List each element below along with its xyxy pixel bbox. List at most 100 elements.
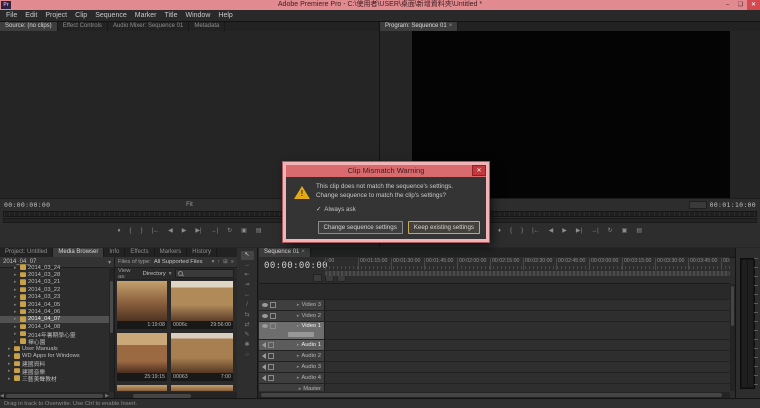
dialog-close-button[interactable]: ✕ — [472, 165, 486, 176]
razor-tool[interactable]: / — [241, 301, 254, 310]
up-directory-icon[interactable]: ↑ — [217, 259, 220, 265]
track-row[interactable]: ▸ Audio 3 — [259, 362, 730, 373]
program-duration[interactable]: 00:01:10:00 — [710, 201, 756, 209]
expand-icon[interactable]: ▸ — [8, 376, 12, 382]
track-lane[interactable] — [325, 373, 730, 383]
go-to-out-icon[interactable]: →| — [591, 225, 599, 238]
mark-out-icon[interactable]: } — [141, 225, 143, 238]
rolling-edit-tool[interactable]: ⇥ — [241, 281, 254, 290]
expand-icon[interactable]: ▸ — [14, 324, 18, 330]
expand-icon[interactable]: ▸ — [14, 287, 18, 293]
view-as-select[interactable]: Directory — [143, 271, 166, 277]
loop-icon[interactable]: ↻ — [227, 225, 232, 238]
track-row[interactable]: ▸ Audio 2 — [259, 351, 730, 362]
panel-tab[interactable]: History — [187, 248, 217, 257]
expand-icon[interactable]: ▸ — [8, 368, 12, 374]
track-lane[interactable] — [325, 351, 730, 361]
folder-item[interactable]: ▸ 2014_03_28 — [0, 271, 109, 278]
toggle-track-output-icon[interactable] — [262, 303, 268, 307]
menu-item[interactable]: Help — [214, 10, 236, 21]
folder-item[interactable]: ▸ 2014_03_22 — [0, 286, 109, 293]
chevron-down-icon[interactable]: ▾ — [169, 271, 172, 277]
menu-item[interactable]: Title — [161, 10, 182, 21]
folder-item[interactable]: ▸ 2014_04_05 — [0, 301, 109, 308]
clip-preview-image[interactable] — [171, 333, 233, 373]
clip-thumbnail-partial[interactable] — [171, 385, 233, 391]
track-lane[interactable] — [325, 340, 730, 350]
hand-tool[interactable]: ✱ — [241, 341, 254, 350]
go-to-in-icon[interactable]: |← — [152, 225, 160, 238]
collapse-track-icon[interactable]: ▸ — [297, 313, 300, 319]
always-ask-checkbox[interactable]: ✓ Always ask — [316, 206, 480, 213]
folder-item[interactable]: ▸ 三藝美聲教材 — [0, 375, 109, 382]
menu-item[interactable]: Marker — [131, 10, 161, 21]
source-zoom-select[interactable]: Fit — [186, 202, 193, 208]
track-header[interactable]: ▸ Audio 3 — [259, 362, 325, 372]
sync-lock-icon[interactable] — [268, 353, 274, 359]
menu-item[interactable]: Window — [181, 10, 214, 21]
list-view-icon[interactable]: ≡ — [231, 259, 234, 265]
sync-lock-icon[interactable] — [268, 375, 274, 381]
tab-close-icon[interactable]: × — [301, 248, 305, 257]
track-header[interactable]: ▸ Master — [259, 384, 325, 391]
slide-tool[interactable]: ⇄ — [241, 321, 254, 330]
collapse-track-icon[interactable]: ▸ — [297, 342, 300, 348]
timeline-timecode[interactable]: 00:00:00:00 — [264, 261, 328, 271]
panel-tab[interactable]: Effects — [125, 248, 154, 257]
toggle-track-output-icon[interactable] — [262, 324, 268, 328]
folder-item[interactable]: ▸ 2014_03_21 — [0, 279, 109, 286]
expand-icon[interactable]: ▸ — [8, 353, 12, 359]
step-back-icon[interactable]: ◀ — [168, 225, 173, 238]
selection-tool[interactable]: ↖ — [241, 251, 254, 260]
safe-margins-icon[interactable]: ▣ — [622, 225, 628, 238]
close-button[interactable]: ✕ — [747, 0, 760, 10]
slip-tool[interactable]: ⇆ — [241, 311, 254, 320]
collapse-track-icon[interactable]: ▸ — [297, 353, 300, 359]
speaker-icon[interactable] — [262, 342, 266, 348]
track-header[interactable]: ▸ Audio 2 — [259, 351, 325, 361]
menu-item[interactable]: File — [2, 10, 21, 21]
go-to-in-icon[interactable]: |← — [532, 225, 540, 238]
track-header[interactable]: ▸ Audio 1 — [259, 340, 325, 350]
go-to-out-icon[interactable]: →| — [211, 225, 219, 238]
step-forward-icon[interactable]: ▶| — [195, 225, 201, 238]
speaker-icon[interactable] — [262, 375, 266, 381]
collapse-track-icon[interactable]: ▸ — [297, 323, 300, 329]
menu-item[interactable]: Project — [41, 10, 71, 21]
search-input[interactable] — [175, 269, 234, 278]
clip-preview-image[interactable] — [117, 281, 167, 321]
dialog-button[interactable]: Change sequence settings — [318, 221, 403, 234]
folder-item[interactable]: ▸ 2014_03_24 — [0, 264, 109, 271]
zoom-tool[interactable]: ○ — [241, 351, 254, 360]
clip-thumbnail[interactable]: 0006c 29:56:00 — [171, 281, 233, 329]
toggle-track-output-icon[interactable] — [262, 314, 268, 318]
loop-icon[interactable]: ↻ — [608, 225, 613, 238]
panel-tab[interactable]: Effect Controls — [58, 22, 108, 31]
track-row[interactable]: ▸ Master — [259, 384, 730, 391]
sync-lock-icon[interactable] — [268, 342, 274, 348]
expand-icon[interactable]: ▸ — [14, 302, 18, 308]
panel-tab[interactable]: Audio Mixer: Sequence 01 — [108, 22, 189, 31]
panel-tab[interactable]: Project: Untitled — [0, 248, 53, 257]
sync-lock-icon[interactable] — [270, 302, 276, 308]
collapse-track-icon[interactable]: ▸ — [297, 375, 300, 381]
mark-in-icon[interactable]: { — [510, 225, 512, 238]
expand-icon[interactable]: ▸ — [14, 339, 18, 345]
step-forward-icon[interactable]: ▶| — [576, 225, 582, 238]
expand-icon[interactable]: ▸ — [14, 294, 18, 300]
clip-preview-image[interactable] — [117, 333, 167, 373]
resolution-select[interactable] — [689, 201, 707, 209]
speaker-icon[interactable] — [262, 364, 266, 370]
track-display-style-box[interactable] — [288, 332, 314, 337]
track-header[interactable]: ▸ Video 1 — [259, 322, 325, 339]
track-lane[interactable] — [325, 322, 730, 339]
track-header[interactable]: ▸ Audio 4 — [259, 373, 325, 383]
panel-tab[interactable]: Info — [104, 248, 125, 257]
track-row[interactable]: ▸ Audio 4 — [259, 373, 730, 384]
snap-icon[interactable] — [313, 274, 322, 282]
export-frame-icon[interactable]: ▤ — [636, 225, 642, 238]
track-header[interactable]: ▸ Video 2 — [259, 311, 325, 321]
play-icon[interactable]: ▶ — [562, 225, 567, 238]
folder-item[interactable]: ▸ 禪心園 — [0, 338, 109, 345]
sync-lock-icon[interactable] — [270, 323, 276, 329]
